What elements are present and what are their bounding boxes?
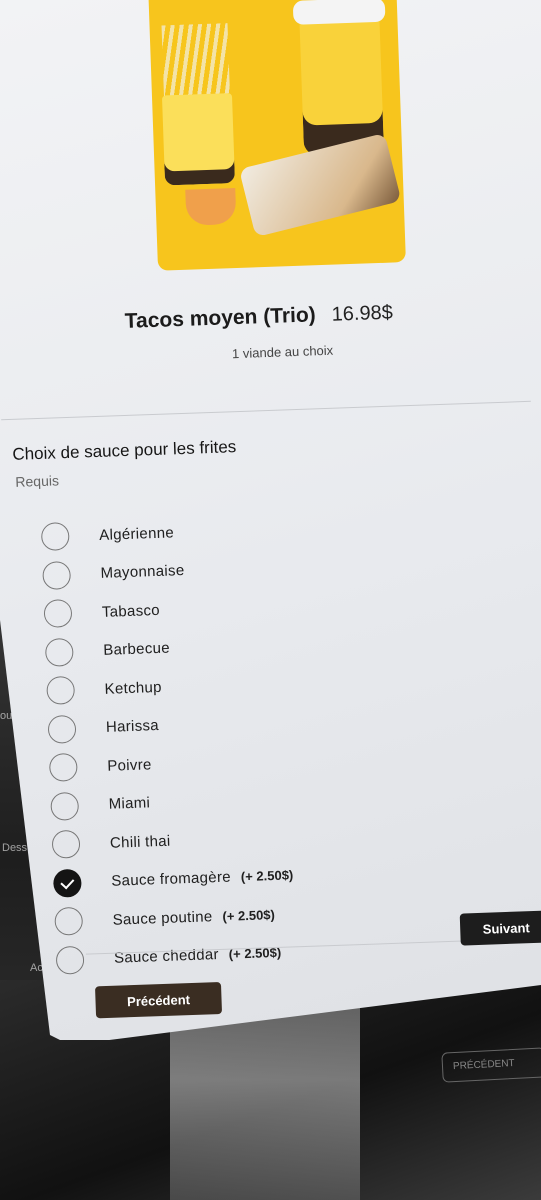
- drink-cup-graphic: [298, 2, 385, 156]
- option-surcharge: (+ 2.50$): [222, 906, 276, 924]
- divider: [1, 400, 531, 421]
- background-previous-label: PRÉCÉDENT: [452, 1057, 515, 1073]
- radio-button[interactable]: [50, 791, 80, 821]
- background-text: Ac: [30, 962, 43, 974]
- product-title: Tacos moyen (Trio): [124, 303, 317, 333]
- option-label: Algérienne: [98, 524, 175, 544]
- fries-box-graphic: [161, 93, 236, 186]
- radio-button[interactable]: [51, 830, 81, 860]
- radio-button[interactable]: [42, 560, 72, 590]
- option-label: Tabasco: [101, 601, 161, 621]
- radio-button[interactable]: [46, 676, 76, 706]
- radio-button[interactable]: [55, 945, 85, 975]
- sheet-content: Tacos moyen (Trio) 16.98$ 1 viande au ch…: [0, 0, 541, 1041]
- product-options-sheet: Tacos moyen (Trio) 16.98$ 1 viande au ch…: [0, 0, 541, 1040]
- option-label: Sauce fromagère: [111, 868, 232, 890]
- option-label: Poivre: [107, 756, 152, 775]
- radio-button[interactable]: [44, 637, 74, 667]
- option-label: Sauce poutine: [112, 907, 213, 929]
- next-button[interactable]: Suivant: [459, 910, 541, 946]
- product-price: 16.98$: [331, 301, 394, 326]
- sauce-dip-graphic: [185, 187, 237, 226]
- background-previous-button: PRÉCÉDENT: [441, 1047, 541, 1083]
- previous-button[interactable]: Précédent: [95, 981, 223, 1019]
- screen-reflection: [170, 1000, 360, 1200]
- required-label: Requis: [15, 472, 60, 490]
- option-surcharge: (+ 2.50$): [240, 867, 294, 885]
- product-subtitle: 1 viande au choix: [231, 342, 334, 362]
- option-label: Harissa: [105, 717, 160, 737]
- option-label: Mayonnaise: [100, 562, 185, 583]
- option-label: Ketchup: [104, 678, 163, 698]
- cup-lid-graphic: [292, 0, 386, 25]
- radio-button[interactable]: [54, 907, 84, 936]
- background-text: Dess: [2, 842, 28, 854]
- option-label: Miami: [108, 794, 151, 814]
- section-title: Choix de sauce pour les frites: [12, 437, 237, 464]
- option-label: Barbecue: [102, 639, 171, 660]
- option-label: Chili thai: [109, 832, 171, 852]
- product-image: [148, 0, 406, 271]
- radio-button-checked[interactable]: [52, 868, 82, 898]
- radio-button[interactable]: [47, 714, 77, 744]
- product-header: Tacos moyen (Trio) 16.98$: [124, 301, 393, 334]
- radio-button[interactable]: [40, 522, 70, 552]
- sauce-options-list: Algérienne Mayonnaise Tabasco Barbecue K…: [40, 501, 537, 979]
- radio-button[interactable]: [43, 599, 73, 629]
- radio-button[interactable]: [48, 753, 78, 783]
- tacos-wrap-graphic: [238, 132, 402, 238]
